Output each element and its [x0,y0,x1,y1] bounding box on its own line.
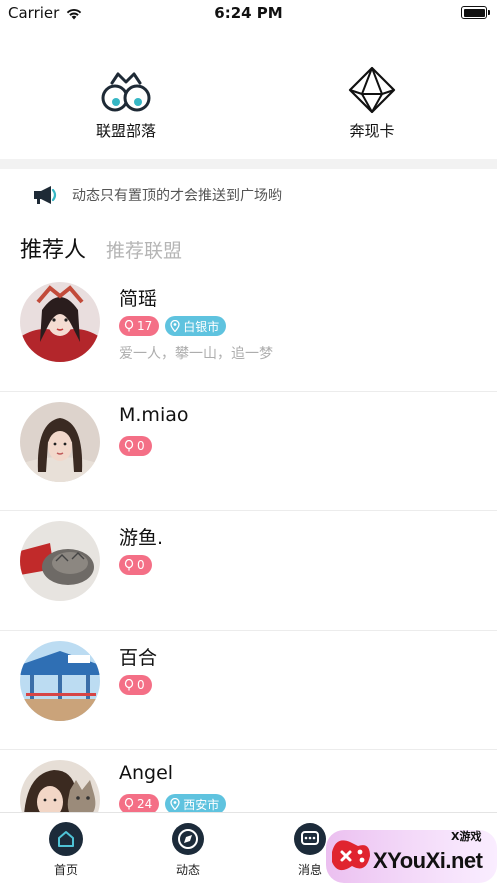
location-city: 西安市 [183,797,220,812]
balloon-icon [124,559,134,571]
notice-bar: 动态只有置顶的才会推送到广场哟 [32,181,282,209]
balloon-icon [124,320,134,332]
list-item[interactable]: 百合 0 [0,631,497,750]
carrier-label: Carrier [8,4,60,22]
balloon-icon [124,798,134,810]
diamond-icon [348,66,396,114]
eyes-icon [101,72,151,112]
bottom-tab-bar: 首页 动态 消息 [0,812,497,883]
popularity-count: 17 [137,319,153,333]
megaphone-icon [34,186,57,204]
popularity-badge: 17 [119,316,160,336]
quick-link-alliance[interactable]: 联盟部落 [36,56,216,141]
battery-icon [461,6,490,19]
tab-recommended-people[interactable]: 推荐人 [20,232,86,264]
avatar[interactable] [20,640,100,721]
user-name: 百合 [119,646,158,669]
wifi-icon [67,8,82,19]
list-item[interactable]: 简瑶 17 白银市 爱一人，攀一山，追一梦 [0,272,497,392]
balloon-icon [124,678,134,690]
tab-home[interactable]: 首页 [36,821,96,878]
user-badges: 0 [119,435,152,456]
compass-icon [172,823,204,855]
status-bar: Carrier 6:24 PM [0,0,497,26]
location-badge: 白银市 [165,316,227,336]
list-item[interactable]: M.miao 0 [0,392,497,511]
tab-moments-label: 动态 [175,863,200,877]
user-badges: 0 [119,555,152,575]
user-badges: 17 白银市 [119,316,227,336]
quick-link-meet-card-label: 奔现卡 [349,122,395,140]
user-list: 简瑶 17 白银市 爱一人，攀一山，追一梦 M.miao 0 游鱼. 0 百合 … [0,272,497,870]
avatar[interactable] [20,401,100,482]
location-pin-icon [170,320,180,332]
popularity-badge: 0 [119,555,152,575]
user-badges: 24 西安市 [119,794,227,814]
quick-link-alliance-label: 联盟部落 [95,122,156,140]
user-name: M.miao [119,403,189,426]
quick-link-meet-card[interactable]: 奔现卡 [282,56,462,141]
avatar[interactable] [20,521,100,601]
message-icon [294,823,326,855]
location-badge: 西安市 [165,794,227,814]
popularity-count: 0 [137,677,145,692]
user-name: Angel [119,762,174,784]
quick-links: 联盟部落 奔现卡 [0,56,497,156]
popularity-badge: 0 [119,674,152,695]
list-item[interactable]: 游鱼. 0 [0,511,497,631]
tab-home-label: 首页 [53,863,78,877]
segment-tabs: 推荐人 推荐联盟 [20,232,182,266]
user-name: 简瑶 [119,288,158,310]
user-bio: 爱一人，攀一山，追一梦 [119,346,273,362]
tab-messages-label: 消息 [297,863,322,877]
location-pin-icon [170,798,180,810]
notice-text: 动态只有置顶的才会推送到广场哟 [72,188,282,204]
popularity-badge: 24 [119,794,160,814]
tab-moments[interactable]: 动态 [158,821,218,878]
section-divider [0,159,497,169]
balloon-icon [124,439,134,451]
popularity-count: 0 [137,558,145,572]
carrier-group: Carrier [8,4,83,22]
home-icon [49,822,83,856]
popularity-badge: 0 [119,435,152,456]
location-city: 白银市 [183,319,220,334]
popularity-count: 0 [137,438,145,453]
user-badges: 0 [119,674,152,695]
tab-messages[interactable]: 消息 [280,821,340,878]
user-name: 游鱼. [119,527,164,549]
popularity-count: 24 [137,797,153,811]
avatar[interactable] [20,282,100,362]
tab-recommended-alliance[interactable]: 推荐联盟 [106,236,182,263]
